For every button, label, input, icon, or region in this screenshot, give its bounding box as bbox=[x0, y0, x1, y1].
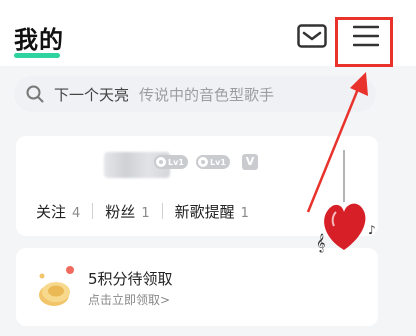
search-hint-text: 传说中的音色型歌手 bbox=[139, 85, 275, 104]
level-badge-disc[interactable]: Lv1 bbox=[196, 155, 230, 169]
search-icon bbox=[26, 85, 44, 103]
stat-label: 关注 bbox=[36, 202, 67, 221]
mail-icon[interactable] bbox=[297, 24, 327, 48]
points-card[interactable]: 5积分待领取 点击立即领取> bbox=[16, 248, 378, 326]
badge-label: Lv1 bbox=[210, 157, 226, 167]
stat-new-song-alerts[interactable]: 新歌提醒 1 bbox=[175, 201, 249, 222]
vip-badge[interactable]: V bbox=[242, 154, 258, 170]
my-page: 我的 下一个天亮 传说中的音色型歌手 Lv1 Lv1 V 关注 4 粉丝 1 新… bbox=[0, 0, 416, 336]
header: 我的 bbox=[0, 0, 416, 67]
stat-count: 1 bbox=[141, 205, 150, 221]
bolt-icon bbox=[156, 157, 166, 167]
stat-count: 4 bbox=[72, 205, 81, 221]
stat-following[interactable]: 关注 4 bbox=[36, 201, 80, 222]
stat-label: 新歌提醒 bbox=[174, 202, 235, 221]
divider bbox=[161, 203, 163, 219]
coin-icon bbox=[39, 266, 74, 306]
stat-fans[interactable]: 粉丝 1 bbox=[105, 201, 149, 222]
stats-row: 关注 4 粉丝 1 新歌提醒 1 bbox=[16, 200, 316, 222]
page-title: 我的 bbox=[14, 26, 64, 54]
menu-icon[interactable] bbox=[352, 24, 380, 48]
disc-icon bbox=[198, 157, 208, 167]
points-claim-link[interactable]: 点击立即领取> bbox=[88, 291, 170, 308]
points-title: 5积分待领取 bbox=[88, 270, 173, 288]
search-bar[interactable]: 下一个天亮 传说中的音色型歌手 bbox=[14, 76, 376, 112]
divider bbox=[92, 203, 94, 219]
profile-card: Lv1 Lv1 V 关注 4 粉丝 1 新歌提醒 1 bbox=[16, 136, 378, 236]
search-main-text: 下一个天亮 bbox=[54, 85, 130, 104]
title-underline bbox=[14, 53, 60, 58]
badge-label: Lv1 bbox=[168, 157, 184, 167]
level-badge-bolt[interactable]: Lv1 bbox=[154, 155, 188, 169]
stat-count: 1 bbox=[240, 205, 249, 221]
stat-label: 粉丝 bbox=[105, 202, 136, 221]
